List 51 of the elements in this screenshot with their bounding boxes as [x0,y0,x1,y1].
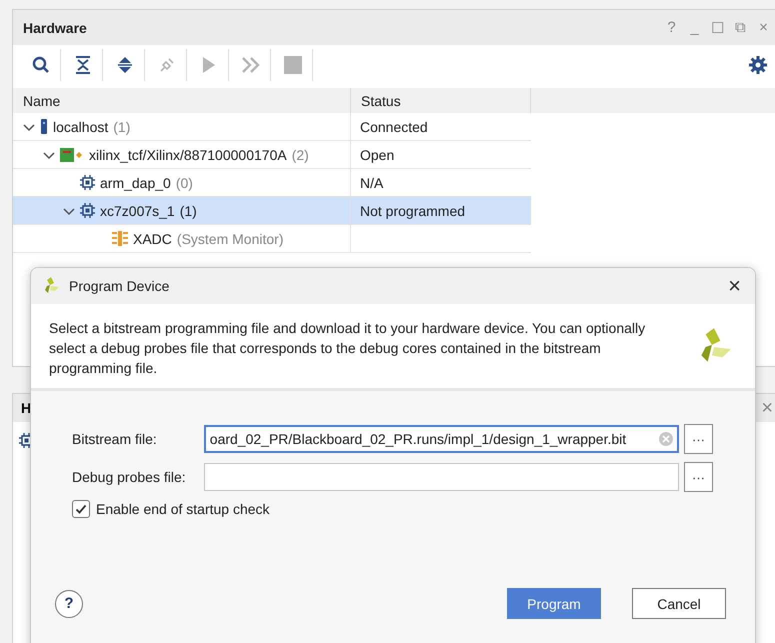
file-path-field[interactable] [204,463,680,491]
checkbox[interactable] [72,500,90,518]
dialog-title: Program Device [69,278,170,294]
close-button[interactable]: × [724,273,745,299]
monitor-block-icon [112,231,128,246]
column-header: Status [361,92,401,108]
cancel-button[interactable]: Cancel [632,588,726,619]
checkmark-icon [75,503,87,515]
browse-button[interactable]: ··· [684,424,713,454]
tree-row[interactable]: xc7z007s_1 (1) Not programmed [13,197,531,225]
tree-row[interactable]: localhost (1) Connected [13,113,531,141]
description-text: Select a bitstream programming file and download it to your hardware device. You can optionally select a debug probes file that corresponds to the debug cores contained in the bitstream programming file. [49,319,646,378]
chip-icon [80,175,95,190]
node-name: arm_dap_0 [100,174,171,190]
plug-icon [158,56,176,74]
settings-icon[interactable] [749,56,767,74]
double-chevron-icon [240,57,260,73]
tree-row[interactable]: XADC (System Monitor) [13,225,531,253]
panel-title: H [21,400,32,416]
primary-button[interactable]: Program [507,588,601,619]
tree-row[interactable]: xilinx_tcf/Xilinx/887100000170A (2) Open [13,141,531,169]
stop-icon [284,56,302,74]
status-text: Not programmed [360,202,466,218]
column-header: Name [23,92,60,108]
node-count: (1) [113,118,130,134]
panel-title: Hardware [23,20,88,36]
node-name: XADC [133,230,172,246]
tree-row[interactable]: arm_dap_0 (0) N/A [13,169,531,197]
node-count: (2) [292,146,309,162]
file-path-field[interactable]: oard_02_PR/Blackboard_02_PR.runs/impl_1/design_1_wrapper.bit [204,425,680,453]
node-count: (System Monitor) [176,230,284,246]
node-count: (1) [180,202,197,218]
help-button[interactable]: ? [55,590,83,618]
server-icon [40,119,48,134]
node-name: localhost [53,118,108,134]
status-text: N/A [360,174,384,190]
node-name: xilinx_tcf/Xilinx/887100000170A [89,146,287,162]
browse-button[interactable]: ··· [684,462,713,492]
collapse-all-icon [74,56,90,74]
expand-all-icon [116,56,132,74]
field-label: Bitstream file: [72,431,158,447]
chip-icon [80,203,95,218]
search-icon [32,56,50,74]
node-name: xc7z007s_1 [100,202,175,218]
field-label: Debug probes file: [72,469,187,485]
play-icon [202,56,216,74]
board-icon [60,148,84,162]
status-text: Open [360,146,394,162]
checkbox-label: Enable end of startup check [96,501,270,517]
node-count: (0) [176,174,193,190]
status-text: Connected [360,118,428,134]
